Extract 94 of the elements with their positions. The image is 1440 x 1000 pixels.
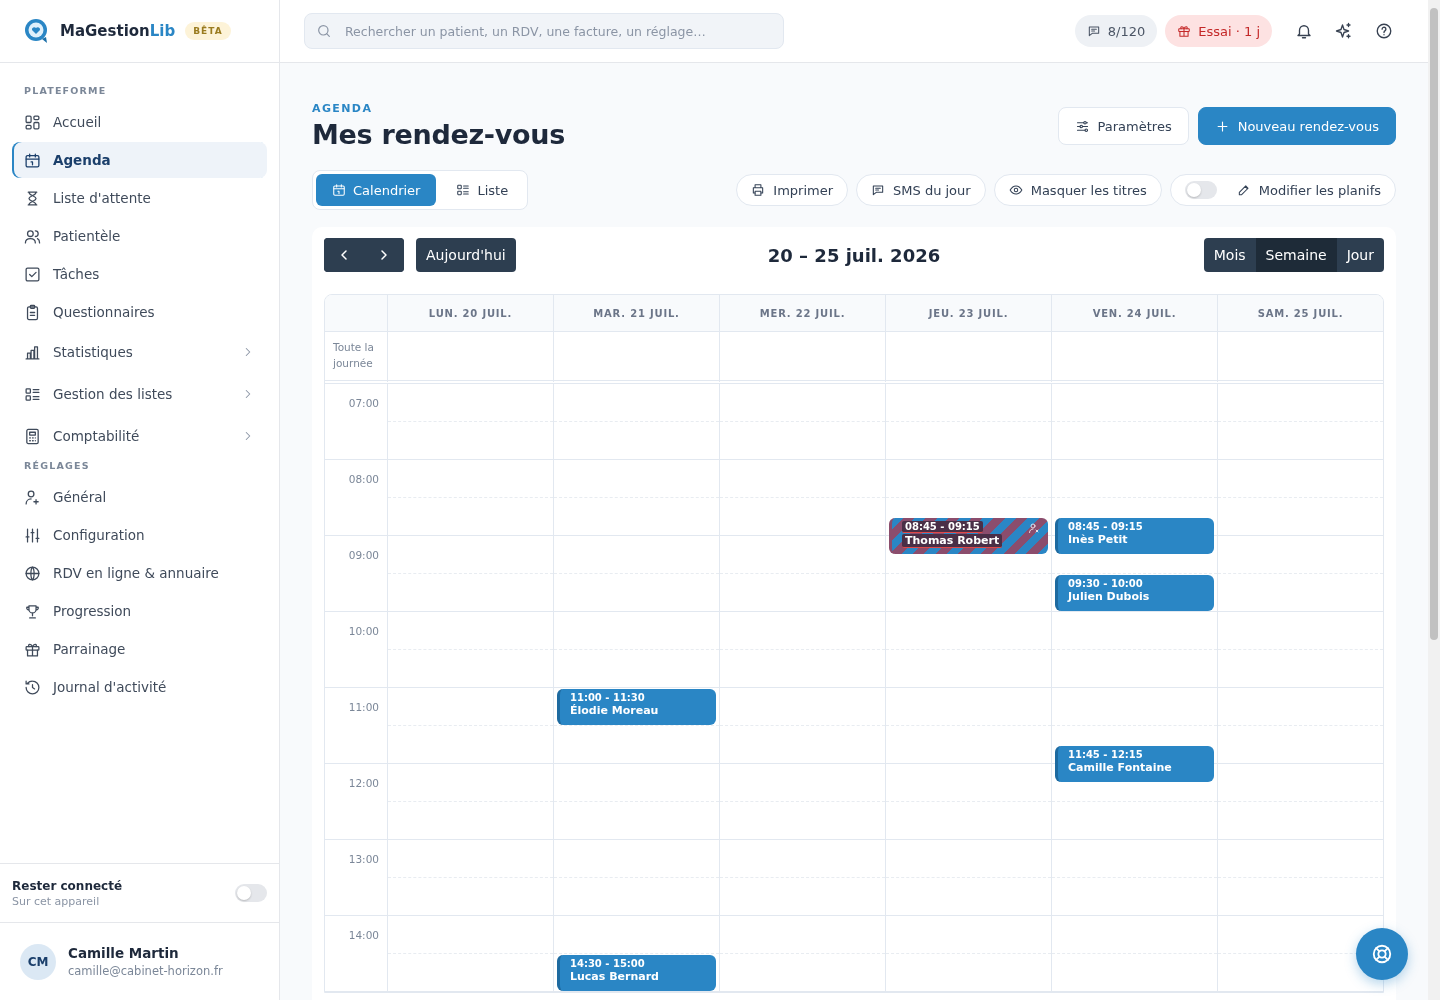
sidebar-item[interactable]: Agenda: [12, 142, 267, 178]
sliders-icon: [24, 526, 41, 544]
sidebar-item[interactable]: Général: [12, 479, 267, 515]
calendar-view-tab[interactable]: Semaine: [1255, 238, 1337, 272]
page-eyebrow: AGENDA: [312, 102, 374, 115]
sidebar-item[interactable]: Questionnaires: [12, 294, 267, 330]
day-header: SAM. 25 JUIL.: [1217, 295, 1383, 332]
hide-titles-button[interactable]: Masquer les titres: [993, 174, 1162, 206]
sidebar-item[interactable]: Statistiques: [12, 332, 267, 372]
edit-schedules-button[interactable]: Modifier les planifs: [1169, 174, 1396, 206]
day-header: JEU. 23 JUIL.: [885, 295, 1051, 332]
view-tab[interactable]: Liste: [440, 174, 525, 206]
toggle-switch[interactable]: [1184, 181, 1217, 199]
sms-counter: 8/120: [1074, 15, 1158, 47]
eye-icon: [1008, 183, 1023, 197]
globe-icon: [24, 564, 41, 582]
sparkles-icon[interactable]: [1335, 22, 1353, 40]
view-tab[interactable]: Calendrier: [316, 174, 437, 206]
beta-badge: BÊTA: [185, 22, 231, 40]
appointment[interactable]: 08:45 - 09:15 Thomas Robert: [889, 518, 1048, 554]
users-icon: [24, 227, 41, 245]
calendar-icon: [24, 151, 41, 169]
search-field[interactable]: Rechercher un patient, un RDV, une facture, un réglage…: [304, 13, 784, 49]
sms-button[interactable]: SMS du jour: [856, 174, 986, 206]
chat-icon: [871, 183, 886, 197]
day-header: MER. 22 JUIL.: [719, 295, 885, 332]
help-icon[interactable]: [1375, 22, 1393, 40]
sidebar-item[interactable]: Accueil: [12, 104, 267, 140]
time-label: 07:00: [325, 384, 387, 460]
logo-icon: [22, 17, 50, 45]
time-label: 14:00: [325, 916, 387, 992]
user-icon: [24, 488, 41, 506]
appointment[interactable]: 09:30 - 10:00 Julien Dubois: [1055, 575, 1214, 611]
time-label: 10:00: [325, 612, 387, 688]
appointment[interactable]: 11:45 - 12:15 Camille Fontaine: [1055, 746, 1214, 782]
settings-icon: [1074, 118, 1090, 134]
sidebar-item[interactable]: RDV en ligne & annuaire: [12, 555, 267, 591]
notifications-icon[interactable]: [1295, 22, 1313, 40]
new-appointment-button[interactable]: Nouveau rendez-vous: [1197, 107, 1396, 145]
setting-label: Rester connecté: [12, 878, 124, 893]
date-range: 20 – 25 juil. 2026: [767, 244, 941, 266]
setting-hint: Sur cet appareil: [12, 894, 101, 908]
all-day-label: Toute la journée: [325, 332, 387, 384]
checkbox-icon: [24, 265, 41, 283]
plus-icon: [1214, 118, 1230, 134]
toggle-switch[interactable]: [235, 884, 267, 902]
sidebar-item[interactable]: Liste d'attente: [12, 180, 267, 216]
appointment[interactable]: 14:30 - 15:00 Lucas Bernard: [557, 955, 716, 991]
user-x-icon: [1028, 522, 1040, 534]
calendar-icon: [332, 183, 346, 197]
calculator-icon: [24, 427, 41, 445]
grid-icon: [24, 113, 41, 131]
page-title: Mes rendez-vous: [312, 119, 565, 150]
time-label: 12:00: [325, 764, 387, 840]
time-label: 09:00: [325, 536, 387, 612]
trial-badge[interactable]: Essai · 1 j: [1165, 15, 1272, 47]
list-icon: [24, 385, 41, 403]
pencil-icon: [1236, 183, 1251, 197]
user-email: camille@cabinet-horizon.fr: [68, 964, 223, 978]
calendar-view-tab[interactable]: Mois: [1203, 238, 1256, 272]
lifebuoy-icon: [1371, 943, 1393, 965]
sidebar-item[interactable]: Gestion des listes: [12, 374, 267, 414]
printer-icon: [751, 183, 766, 197]
section-heading: PLATEFORME: [23, 85, 108, 96]
day-header: LUN. 20 JUIL.: [387, 295, 553, 332]
clipboard-icon: [24, 303, 41, 321]
bar-chart-icon: [24, 343, 41, 361]
chat-icon: [1086, 24, 1101, 38]
list-icon: [456, 183, 471, 197]
sidebar-item[interactable]: Configuration: [12, 517, 267, 553]
appointment[interactable]: 08:45 - 09:15 Inès Petit: [1055, 518, 1214, 554]
sidebar-item[interactable]: Parrainage: [12, 631, 267, 667]
time-label: 13:00: [325, 840, 387, 916]
sidebar-item[interactable]: Patientèle: [12, 218, 267, 254]
sidebar-item[interactable]: Comptabilité: [12, 416, 267, 456]
today-button[interactable]: Aujourd'hui: [416, 238, 516, 272]
history-icon: [24, 678, 41, 696]
sidebar-item[interactable]: Tâches: [12, 256, 267, 292]
trophy-icon: [24, 602, 41, 620]
sidebar-item[interactable]: Journal d'activité: [12, 669, 267, 705]
calendar-view-tab[interactable]: Jour: [1336, 238, 1384, 272]
brand-name: MaGestionLib: [60, 22, 176, 40]
time-label: 08:00: [325, 460, 387, 536]
user-name: Camille Martin: [68, 945, 180, 961]
sidebar-item[interactable]: Progression: [12, 593, 267, 629]
time-label: 11:00: [325, 688, 387, 764]
appointment[interactable]: 11:00 - 11:30 Élodie Moreau: [557, 689, 716, 725]
day-header: VEN. 24 JUIL.: [1051, 295, 1217, 332]
gift-icon: [1177, 24, 1192, 38]
settings-button[interactable]: Paramètres: [1057, 107, 1189, 145]
print-button[interactable]: Imprimer: [736, 174, 849, 206]
day-header: MAR. 21 JUIL.: [553, 295, 719, 332]
section-heading: RÉGLAGES: [23, 460, 91, 471]
user-avatar: CM: [20, 943, 56, 980]
